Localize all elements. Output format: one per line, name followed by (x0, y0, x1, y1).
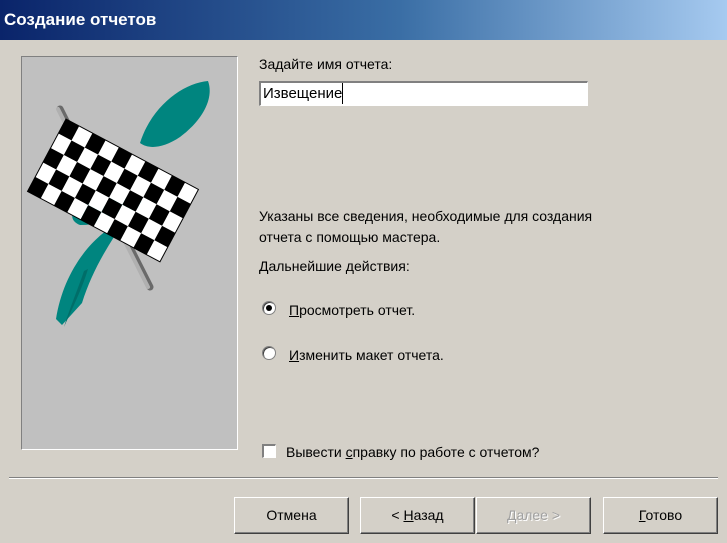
next-button[interactable]: Далее > (476, 497, 591, 534)
report-wizard-dialog: Создание отчетов Задайте имя отчета: Изв… (0, 0, 727, 543)
show-help-label[interactable]: Вывести справку по работе с отчетом? (286, 444, 539, 460)
cancel-button[interactable]: Отмена (234, 497, 349, 534)
preview-report-radio[interactable] (262, 301, 276, 315)
show-help-checkbox[interactable] (262, 444, 276, 458)
wizard-art-panel (21, 56, 238, 450)
report-name-prompt: Задайте имя отчета: (259, 56, 393, 72)
radio-selected-dot (266, 305, 272, 311)
info-text-line-1: Указаны все сведения, необходимые для со… (259, 208, 593, 224)
back-button[interactable]: < Назад (360, 497, 475, 534)
modify-layout-label[interactable]: Изменить макет отчета. (289, 347, 444, 363)
modify-layout-radio[interactable] (262, 346, 276, 360)
window-title: Создание отчетов (4, 10, 157, 29)
report-name-value: Извещение (263, 83, 344, 104)
preview-report-label[interactable]: Просмотреть отчет. (289, 302, 415, 318)
next-actions-label: Дальнейшие действия: (259, 258, 410, 274)
info-text-line-2: отчета с помощью мастера. (259, 229, 441, 245)
checkered-flag-icon (26, 81, 210, 327)
report-name-input[interactable]: Извещение (259, 81, 588, 106)
button-separator-highlight (9, 478, 718, 479)
teal-swoosh-top (140, 81, 210, 147)
title-bar[interactable]: Создание отчетов (0, 0, 727, 40)
finish-button[interactable]: Готово (603, 497, 718, 534)
